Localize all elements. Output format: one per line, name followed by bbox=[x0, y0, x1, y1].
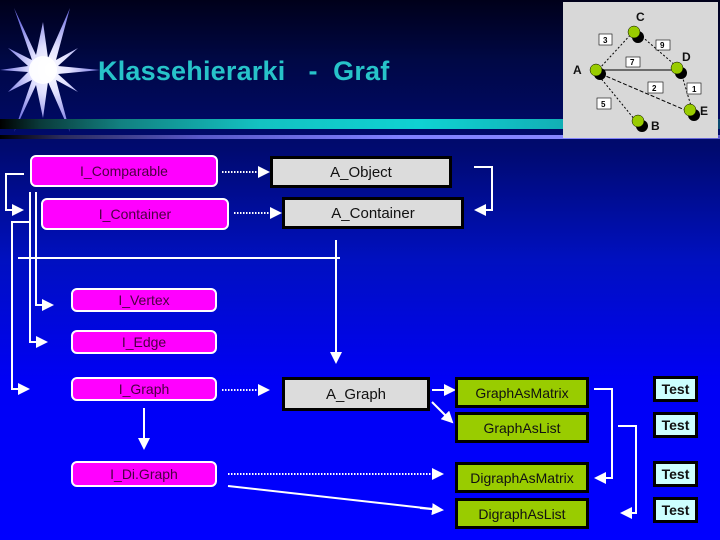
interface-i-container[interactable]: I_Container bbox=[41, 198, 229, 230]
interface-i-comparable[interactable]: I_Comparable bbox=[30, 155, 218, 187]
class-graph-as-matrix[interactable]: GraphAsMatrix bbox=[455, 377, 589, 408]
test-digraph-as-list[interactable]: Test bbox=[653, 497, 698, 523]
interface-i-edge[interactable]: I_Edge bbox=[71, 330, 217, 354]
interface-i-vertex[interactable]: I_Vertex bbox=[71, 288, 217, 312]
arrow-agraph-to-graphaslist bbox=[431, 401, 454, 424]
arrow-head-digraphaslist bbox=[419, 503, 444, 516]
interface-i-digraph[interactable]: I_Di.Graph bbox=[71, 461, 217, 487]
test-digraph-as-matrix[interactable]: Test bbox=[653, 461, 698, 487]
test-graph-as-matrix[interactable]: Test bbox=[653, 376, 698, 402]
line-idigraph-to-digraphaslist bbox=[227, 485, 443, 511]
class-a-container[interactable]: A_Container bbox=[282, 197, 464, 229]
interface-i-graph[interactable]: I_Graph bbox=[71, 377, 217, 401]
arrow-graphasmatrix-to-digraphasmatrix bbox=[594, 388, 613, 484]
class-a-graph[interactable]: A_Graph bbox=[282, 377, 430, 411]
arrow-graphaslist-to-digraphaslist bbox=[618, 425, 637, 519]
arrow-aobject-to-acontainer bbox=[474, 166, 493, 216]
test-graph-as-list[interactable]: Test bbox=[653, 412, 698, 438]
class-a-object[interactable]: A_Object bbox=[270, 156, 452, 188]
arrow-comparable-to-container bbox=[5, 173, 24, 216]
class-digraph-as-matrix[interactable]: DigraphAsMatrix bbox=[455, 462, 589, 493]
connector-lines bbox=[5, 166, 637, 519]
class-graph-as-list[interactable]: GraphAsList bbox=[455, 412, 589, 443]
class-digraph-as-list[interactable]: DigraphAsList bbox=[455, 498, 589, 529]
arrow-container-to-graph bbox=[11, 221, 30, 395]
